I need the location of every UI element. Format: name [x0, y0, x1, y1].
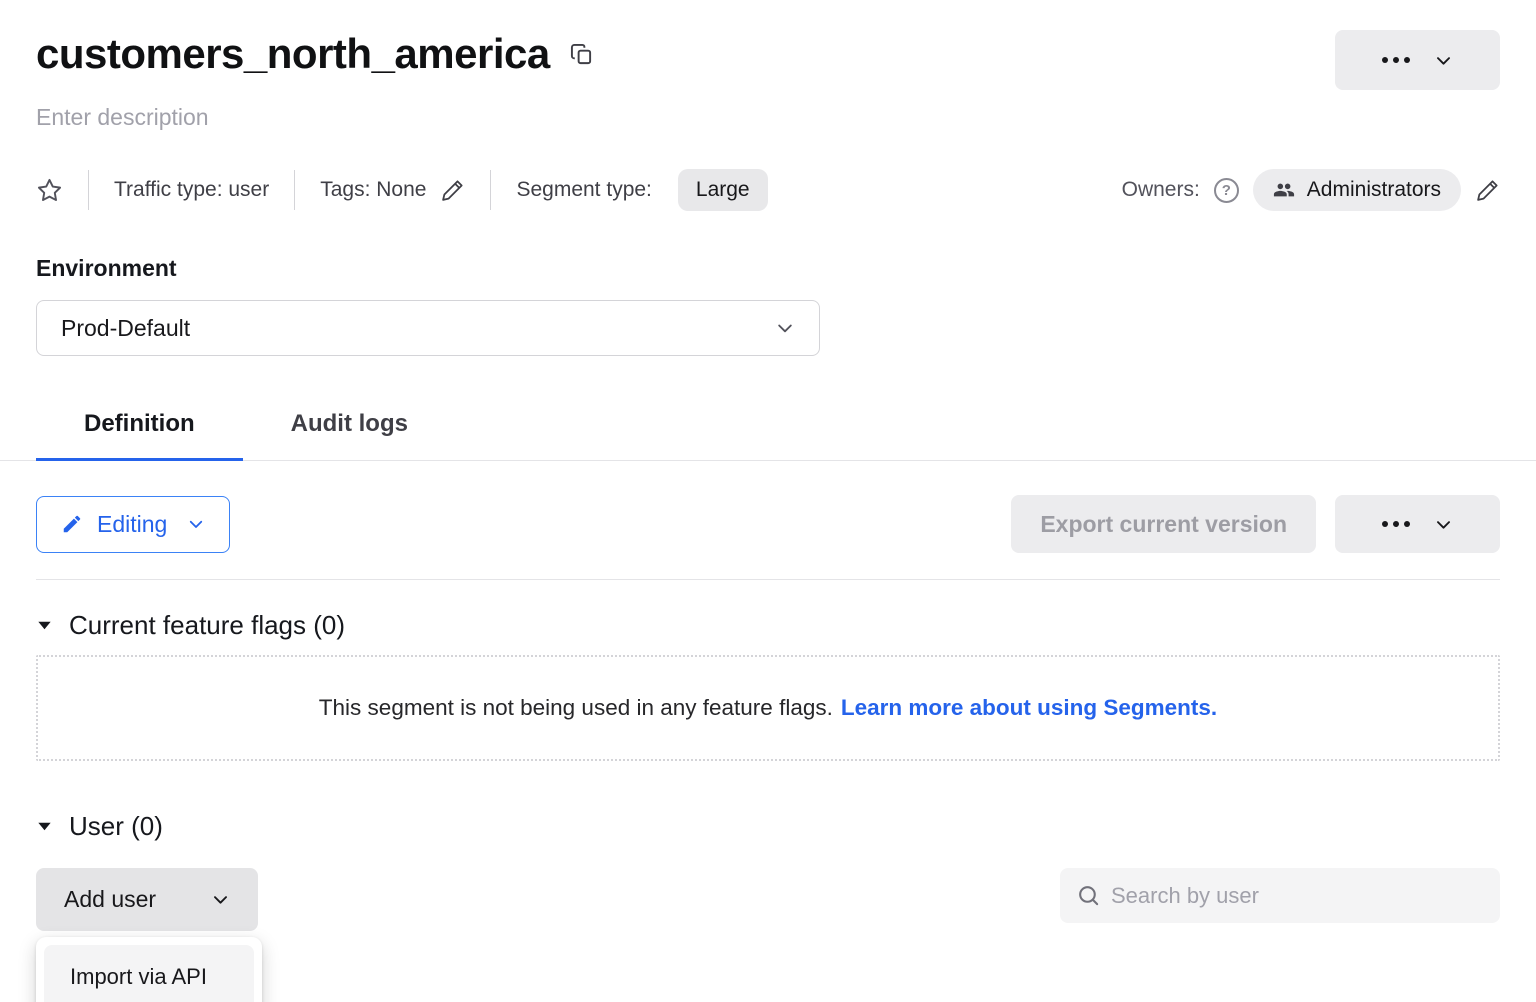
feature-flags-empty-state: This segment is not being used in any fe…	[36, 655, 1500, 761]
copy-icon[interactable]	[570, 42, 593, 67]
export-current-version-button[interactable]: Export current version	[1011, 495, 1316, 553]
segment-type-label: Segment type:	[516, 178, 651, 202]
segment-detail-page: customers_north_america Enter descriptio…	[0, 0, 1536, 1002]
learn-more-link[interactable]: Learn more about using Segments.	[841, 695, 1217, 720]
tags-item: Tags: None	[320, 178, 465, 203]
environment-label: Environment	[36, 255, 1500, 282]
editing-label: Editing	[97, 511, 167, 538]
page-title: customers_north_america	[36, 30, 550, 78]
search-icon	[1076, 883, 1101, 908]
user-search	[1060, 868, 1500, 923]
definition-toolbar: Editing Export current version	[36, 495, 1500, 553]
user-section: User (0) Add user Import via API	[36, 811, 1500, 931]
edit-tags-icon[interactable]	[440, 178, 465, 203]
ellipsis-icon	[1382, 57, 1410, 63]
help-icon[interactable]	[1214, 178, 1239, 203]
tags-label: Tags: None	[320, 178, 426, 202]
add-user-dropdown-menu: Import via API	[36, 937, 262, 1002]
feature-flags-section-title: Current feature flags (0)	[69, 610, 345, 641]
environment-select[interactable]: Prod-Default	[36, 300, 820, 356]
divider	[88, 170, 89, 210]
add-user-group: Add user Import via API	[36, 868, 258, 931]
header-more-button[interactable]	[1335, 30, 1500, 90]
description-input[interactable]: Enter description	[36, 104, 1500, 131]
owners-group: Owners: Administrators	[1122, 169, 1500, 211]
star-icon[interactable]	[36, 177, 63, 204]
caret-down-icon	[36, 617, 53, 634]
segment-type-item: Segment type: Large	[516, 169, 767, 211]
chevron-down-icon	[775, 318, 795, 338]
segment-type-badge: Large	[678, 169, 768, 211]
feature-flags-section: Current feature flags (0) This segment i…	[36, 610, 1500, 761]
owners-value: Administrators	[1307, 178, 1441, 202]
title-group: customers_north_america	[36, 30, 593, 78]
editing-mode-button[interactable]: Editing	[36, 496, 230, 553]
tab-bar: Definition Audit logs	[0, 394, 1536, 461]
edit-owners-icon[interactable]	[1475, 178, 1500, 203]
caret-down-icon	[36, 818, 53, 835]
tab-audit-logs[interactable]: Audit logs	[243, 394, 456, 460]
user-section-header[interactable]: User (0)	[36, 811, 1500, 842]
chevron-down-icon	[187, 515, 205, 533]
search-by-user-input[interactable]	[1111, 883, 1484, 909]
ellipsis-icon	[1382, 521, 1410, 527]
chevron-down-icon	[211, 890, 230, 909]
people-icon	[1273, 179, 1295, 201]
empty-state-text: This segment is not being used in any fe…	[319, 695, 833, 720]
definition-more-button[interactable]	[1335, 495, 1500, 553]
user-controls-row: Add user Import via API	[36, 868, 1500, 931]
tab-definition[interactable]: Definition	[36, 394, 243, 460]
divider	[36, 579, 1500, 580]
meta-row: Traffic type: user Tags: None Segment ty…	[36, 169, 1500, 211]
divider	[490, 170, 491, 210]
chevron-down-icon	[1434, 515, 1453, 534]
add-user-label: Add user	[64, 886, 156, 913]
environment-selected-value: Prod-Default	[61, 315, 190, 342]
divider	[294, 170, 295, 210]
owners-pill[interactable]: Administrators	[1253, 169, 1461, 211]
chevron-down-icon	[1434, 51, 1453, 70]
feature-flags-section-header[interactable]: Current feature flags (0)	[36, 610, 1500, 641]
owners-label: Owners:	[1122, 178, 1200, 202]
add-user-button[interactable]: Add user	[36, 868, 258, 931]
user-section-title: User (0)	[69, 811, 163, 842]
title-row: customers_north_america	[36, 30, 1500, 90]
toolbar-right: Export current version	[1011, 495, 1500, 553]
traffic-type-label: Traffic type: user	[114, 178, 269, 202]
pencil-icon	[61, 513, 83, 535]
menu-item-import-via-api[interactable]: Import via API	[44, 945, 254, 1002]
